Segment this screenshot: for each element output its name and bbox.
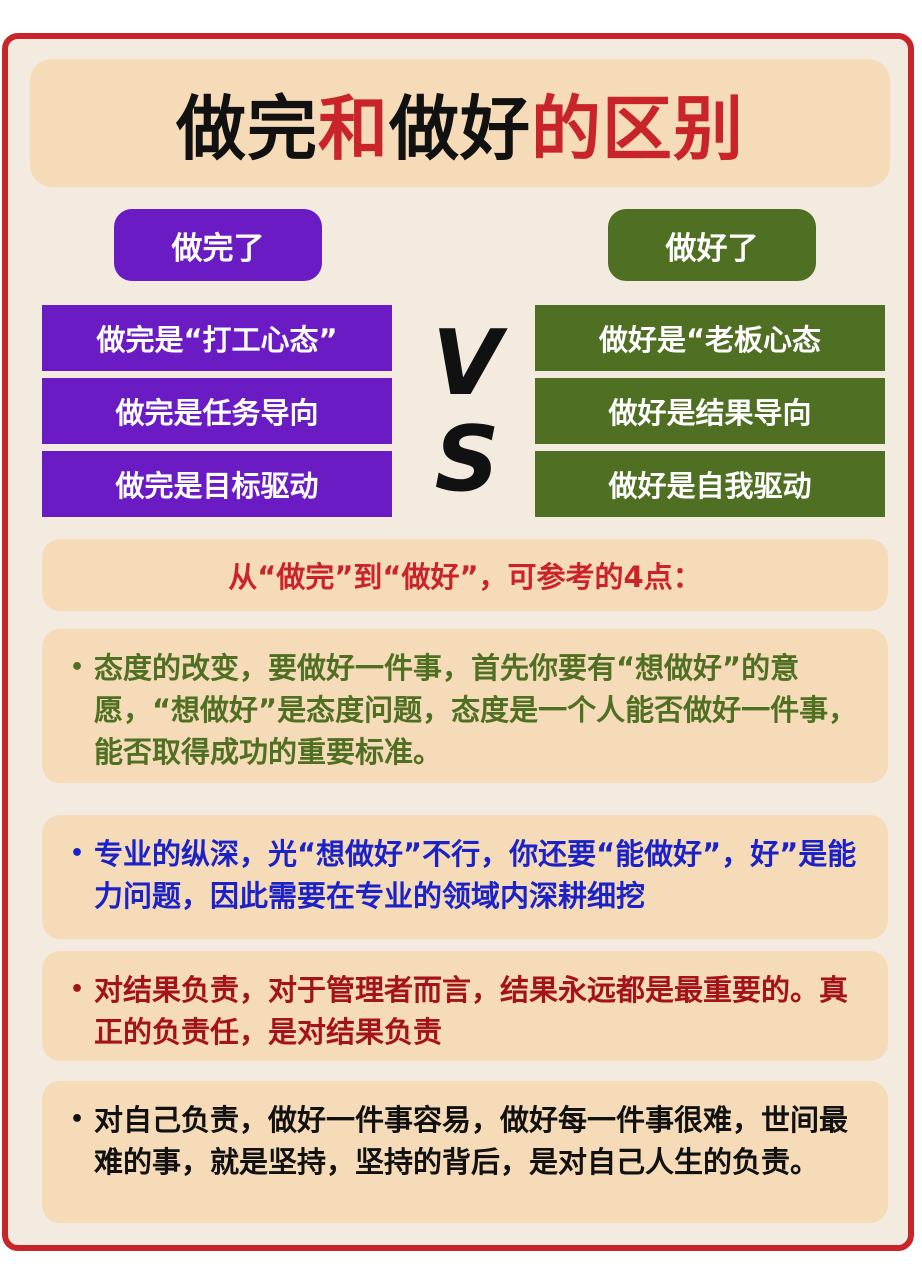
right-column: 做好是“老板心态 做好是结果导向 做好是自我驱动 — [535, 305, 885, 524]
title-part-4: 的区别 — [531, 87, 744, 170]
left-column: 做完是“打工心态” 做完是任务导向 做完是目标驱动 — [42, 305, 392, 524]
left-item: 做完是任务导向 — [42, 378, 392, 444]
left-item: 做完是“打工心态” — [42, 305, 392, 371]
vs-letter-s: S — [434, 407, 500, 512]
point-text: 对自己负责，做好一件事容易，做好每一件事很难，世间最难的事，就是坚持，坚持的背后… — [94, 1103, 849, 1179]
title-part-2: 和 — [318, 87, 389, 170]
left-header-pill: 做完了 — [114, 209, 322, 281]
bullet-icon: • — [70, 841, 85, 866]
title-part-1: 做完 — [176, 87, 318, 170]
bullet-icon: • — [70, 977, 85, 1002]
point-card-3: • 对结果负责，对于管理者而言，结果永远都是最重要的。真正的负责任，是对结果负责 — [42, 951, 888, 1061]
bullet-icon: • — [70, 1107, 85, 1132]
right-item: 做好是结果导向 — [535, 378, 885, 444]
point-card-1: • 态度的改变，要做好一件事，首先你要有“想做好”的意愿，“想做好”是态度问题，… — [42, 629, 888, 783]
point-text: 态度的改变，要做好一件事，首先你要有“想做好”的意愿，“想做好”是态度问题，态度… — [94, 651, 858, 769]
point-card-2: • 专业的纵深，光“想做好”不行，你还要“能做好”，好”是能力问题，因此需要在专… — [42, 815, 888, 939]
right-item: 做好是“老板心态 — [535, 305, 885, 371]
right-header-pill: 做好了 — [608, 209, 816, 281]
section-subtitle: 从“做完”到“做好”，可参考的4点： — [42, 539, 888, 611]
point-text: 专业的纵深，光“想做好”不行，你还要“能做好”，好”是能力问题，因此需要在专业的… — [94, 837, 857, 913]
infographic-card: 做完和做好 的区别 做完了 做好了 做完是“打工心态” 做完是任务导向 做完是目标… — [2, 33, 914, 1251]
point-text: 对结果负责，对于管理者而言，结果永远都是最重要的。真正的负责任，是对结果负责 — [94, 973, 849, 1049]
vs-letter-v: V — [432, 311, 502, 416]
point-card-4: • 对自己负责，做好一件事容易，做好每一件事很难，世间最难的事，就是坚持，坚持的… — [42, 1081, 888, 1223]
left-item: 做完是目标驱动 — [42, 451, 392, 517]
title-part-3: 做好 — [389, 87, 531, 170]
page-title: 做完和做好 的区别 — [30, 59, 890, 187]
right-item: 做好是自我驱动 — [535, 451, 885, 517]
bullet-icon: • — [70, 655, 85, 680]
